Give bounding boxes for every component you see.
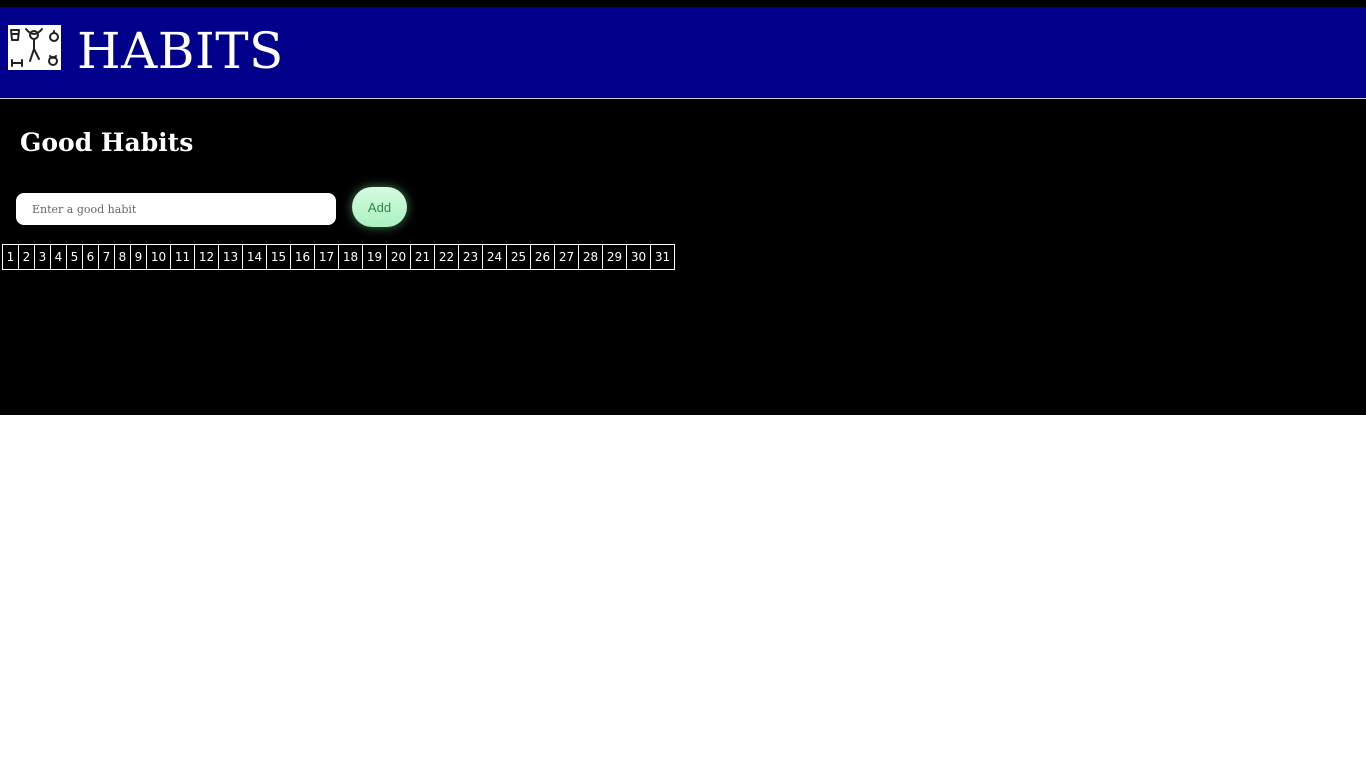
day-cell[interactable]: 2 — [19, 244, 35, 270]
top-strip — [0, 0, 1366, 7]
day-cell[interactable]: 26 — [531, 244, 555, 270]
day-cell[interactable]: 1 — [3, 244, 19, 270]
day-cell[interactable]: 15 — [267, 244, 291, 270]
day-cell[interactable]: 12 — [195, 244, 219, 270]
day-cell[interactable]: 19 — [363, 244, 387, 270]
day-cell[interactable]: 13 — [219, 244, 243, 270]
section-title: Good Habits — [20, 128, 194, 157]
site-header: HABITS — [0, 7, 1366, 99]
day-cell[interactable]: 23 — [459, 244, 483, 270]
day-cell[interactable]: 17 — [315, 244, 339, 270]
day-cell[interactable]: 21 — [411, 244, 435, 270]
day-cell[interactable]: 16 — [291, 244, 315, 270]
day-cell[interactable]: 8 — [115, 244, 131, 270]
day-cell[interactable]: 3 — [35, 244, 51, 270]
day-cell[interactable]: 7 — [99, 244, 115, 270]
day-cell[interactable]: 30 — [627, 244, 651, 270]
add-button[interactable]: Add — [352, 187, 407, 227]
day-cell[interactable]: 25 — [507, 244, 531, 270]
day-cell[interactable]: 28 — [579, 244, 603, 270]
day-cell[interactable]: 20 — [387, 244, 411, 270]
day-cell[interactable]: 4 — [51, 244, 67, 270]
day-cell[interactable]: 11 — [171, 244, 195, 270]
fitness-habits-logo-icon — [8, 25, 61, 70]
day-cell[interactable]: 14 — [243, 244, 267, 270]
day-cell[interactable]: 18 — [339, 244, 363, 270]
day-cell[interactable]: 5 — [67, 244, 83, 270]
day-grid: 1 2 3 4 5 6 7 8 9 10 11 12 13 14 15 16 17 18 19 20 21 22 23 24 2… — [2, 244, 675, 270]
day-cell[interactable]: 24 — [483, 244, 507, 270]
day-cell[interactable]: 27 — [555, 244, 579, 270]
day-cell[interactable]: 10 — [147, 244, 171, 270]
day-cell[interactable]: 22 — [435, 244, 459, 270]
habit-input[interactable] — [16, 193, 336, 225]
day-cell[interactable]: 31 — [651, 244, 675, 270]
site-title: HABITS — [77, 22, 284, 80]
day-cell[interactable]: 9 — [131, 244, 147, 270]
day-cell[interactable]: 29 — [603, 244, 627, 270]
day-cell[interactable]: 6 — [83, 244, 99, 270]
main-panel: Good Habits Add 123456789101112131415161… — [0, 99, 1366, 415]
